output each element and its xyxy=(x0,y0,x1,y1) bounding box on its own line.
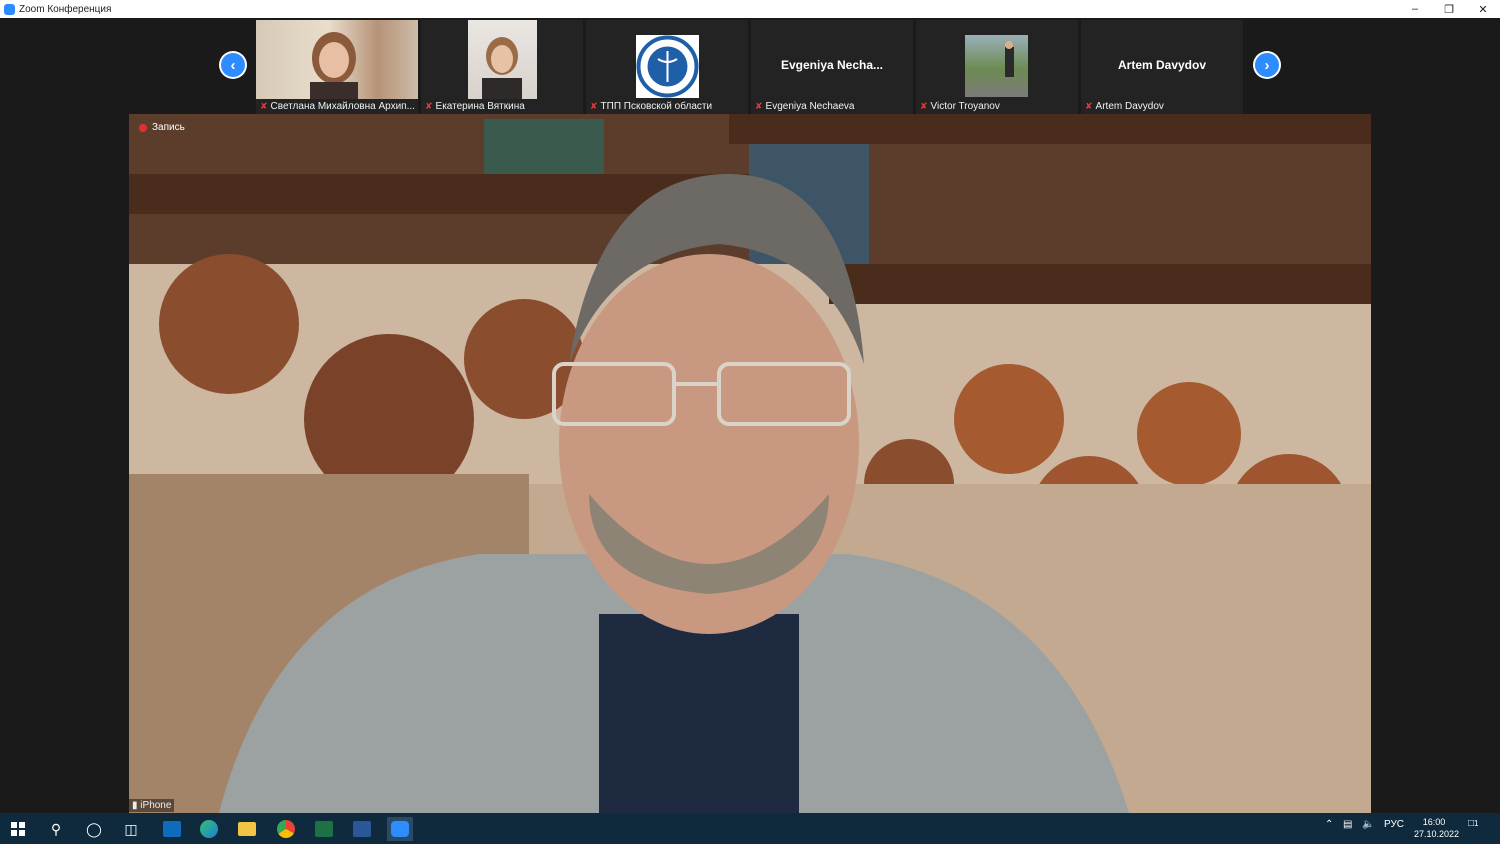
chevron-up-icon: ⌃ xyxy=(1325,819,1334,830)
search-icon: ⚲ xyxy=(50,820,62,837)
minimize-button[interactable]: – xyxy=(1398,0,1432,18)
folder-icon xyxy=(238,822,256,836)
edge-taskbar-button[interactable] xyxy=(196,817,222,841)
speaker-icon: 🔈 xyxy=(1362,819,1375,830)
participant-tile[interactable]: Artem Davydov ✘ Artem Davydov xyxy=(1081,20,1243,114)
participant-display-name: Evgeniya Necha... xyxy=(780,58,884,72)
search-button[interactable]: ⚲ xyxy=(43,817,69,841)
participant-name-row: ✘ ТПП Псковской области xyxy=(590,101,712,112)
chrome-icon xyxy=(277,820,295,838)
recording-indicator: Запись xyxy=(139,122,185,133)
edge-icon xyxy=(200,820,218,838)
participant-display-name: Artem Davydov xyxy=(1117,58,1207,72)
participant-name: Evgeniya Nechaeva xyxy=(765,101,855,112)
task-view-button[interactable]: ◫ xyxy=(118,817,144,841)
participant-strip: ‹ ✘ Светлана Михайловна Архип... ✘ Екате… xyxy=(0,18,1500,114)
clock[interactable]: 16:00 27.10.2022 xyxy=(1414,816,1460,840)
chevron-right-icon: › xyxy=(1264,56,1270,74)
task-view-icon: ◫ xyxy=(124,820,138,837)
zoom-icon xyxy=(391,821,409,837)
clock-time: 16:00 xyxy=(1422,817,1446,827)
device-label: ▮ iPhone xyxy=(129,799,175,812)
signal-bars-icon: ▮ xyxy=(132,800,138,811)
participant-portrait xyxy=(482,37,522,100)
outlook-icon xyxy=(163,821,181,837)
mic-muted-icon: ✘ xyxy=(590,101,598,111)
participant-tile[interactable]: ✘ Victor Troyanov xyxy=(916,20,1078,114)
participant-video xyxy=(965,35,1028,97)
mic-muted-icon: ✘ xyxy=(1085,101,1093,111)
volume-button[interactable]: 🔈 xyxy=(1362,819,1374,830)
windows-logo-icon xyxy=(11,822,25,836)
meeting-stage: ‹ ✘ Светлана Михайловна Архип... ✘ Екате… xyxy=(0,18,1500,813)
device-name: iPhone xyxy=(140,800,172,811)
network-button[interactable]: ▤ xyxy=(1343,819,1352,830)
chamber-logo-icon xyxy=(636,35,699,98)
word-icon xyxy=(353,821,371,837)
participant-name: ТПП Псковской области xyxy=(600,101,713,112)
excel-icon xyxy=(315,821,333,837)
participant-name: Victor Troyanov xyxy=(930,101,1000,112)
show-hidden-icons-button[interactable]: ⌃ xyxy=(1325,819,1333,830)
restore-button[interactable]: ❐ xyxy=(1432,0,1466,18)
notifications-button[interactable]: □1 xyxy=(1468,818,1479,829)
recording-label: Запись xyxy=(152,122,185,133)
cortana-icon: ◯ xyxy=(86,820,102,837)
title-bar: Zoom Конференция – ❐ ✕ xyxy=(0,0,1500,18)
previous-page-button[interactable]: ‹ xyxy=(221,53,245,77)
speaker-scene xyxy=(129,114,1371,813)
participant-video xyxy=(468,20,537,100)
mic-muted-icon: ✘ xyxy=(920,101,928,111)
participant-name: Светлана Михайловна Архип... xyxy=(270,101,415,112)
next-page-button[interactable]: › xyxy=(1255,53,1279,77)
participant-portrait xyxy=(1005,41,1014,77)
chevron-left-icon: ‹ xyxy=(230,56,236,74)
mic-muted-icon: ✘ xyxy=(425,101,433,111)
windows-start-button[interactable] xyxy=(5,817,31,841)
participant-name-row: ✘ Екатерина Вяткина xyxy=(425,101,525,112)
zoom-taskbar-button[interactable] xyxy=(387,817,413,841)
language-indicator[interactable]: РУС xyxy=(1384,819,1404,830)
participant-portrait xyxy=(310,32,358,102)
chrome-taskbar-button[interactable] xyxy=(273,817,299,841)
notification-count: 1 xyxy=(1474,819,1479,828)
participant-tile[interactable]: ✘ Светлана Михайловна Архип... xyxy=(256,20,418,114)
excel-taskbar-button[interactable] xyxy=(311,817,337,841)
network-icon: ▤ xyxy=(1343,819,1353,830)
participant-name: Artem Davydov xyxy=(1095,101,1164,112)
record-dot-icon xyxy=(139,123,147,132)
clock-date: 27.10.2022 xyxy=(1414,829,1460,839)
window-title: Zoom Конференция xyxy=(19,3,112,15)
active-speaker-video: Запись xyxy=(129,114,1371,813)
participant-video xyxy=(256,20,418,102)
participant-name-row: ✘ Artem Davydov xyxy=(1085,101,1164,112)
zoom-logo-icon xyxy=(4,3,15,15)
participant-name-row: ✘ Victor Troyanov xyxy=(920,101,1000,112)
participant-tile[interactable]: ✘ ТПП Псковской области xyxy=(586,20,748,114)
organization-logo xyxy=(636,35,699,98)
word-taskbar-button[interactable] xyxy=(349,817,375,841)
file-explorer-taskbar-button[interactable] xyxy=(234,817,260,841)
participant-tile[interactable]: ✘ Екатерина Вяткина xyxy=(421,20,583,114)
taskbar: ⚲ ◯ ◫ ⌃ ▤ 🔈 РУС 16:00 27.10.2022 □1 xyxy=(0,813,1500,844)
participant-name-row: ✘ Светлана Михайловна Архип... xyxy=(260,101,415,112)
mic-muted-icon: ✘ xyxy=(260,101,268,111)
cortana-button[interactable]: ◯ xyxy=(81,817,107,841)
outlook-taskbar-button[interactable] xyxy=(159,817,185,841)
participant-name-row: ✘ Evgeniya Nechaeva xyxy=(755,101,855,112)
mic-muted-icon: ✘ xyxy=(755,101,763,111)
participant-name: Екатерина Вяткина xyxy=(435,101,525,112)
close-button[interactable]: ✕ xyxy=(1466,0,1500,18)
participant-tile[interactable]: Evgeniya Necha... ✘ Evgeniya Nechaeva xyxy=(751,20,913,114)
